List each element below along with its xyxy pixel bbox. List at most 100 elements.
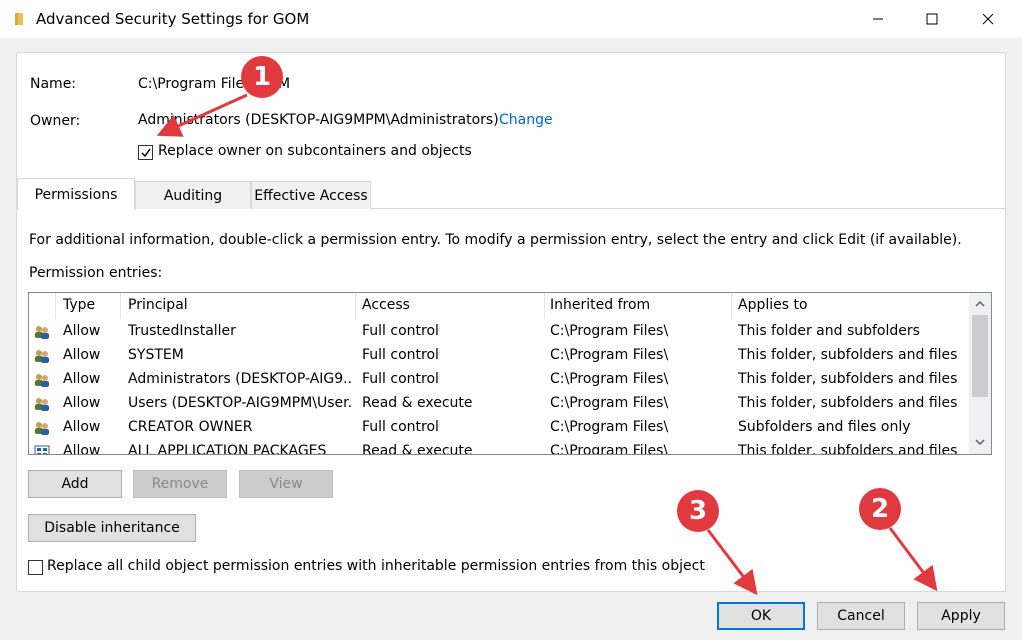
- users-icon: [35, 422, 49, 435]
- title-bar: Advanced Security Settings for GOM: [0, 0, 1022, 38]
- column-header-inherited-from[interactable]: Inherited from: [550, 297, 650, 313]
- replace-owner-checkbox[interactable]: [138, 145, 153, 160]
- folder-icon: [15, 13, 23, 25]
- replace-child-permissions-checkbox[interactable]: [28, 560, 43, 575]
- entry-access: Full control: [362, 347, 439, 363]
- entry-access: Read & execute: [362, 443, 473, 455]
- entry-principal: TrustedInstaller: [128, 323, 236, 339]
- tab-permissions[interactable]: Permissions: [17, 178, 135, 210]
- entry-access: Read & execute: [362, 395, 473, 411]
- entry-principal: Users (DESKTOP-AIG9MPM\User...: [128, 395, 352, 411]
- scroll-thumb[interactable]: [972, 315, 988, 397]
- column-header-access[interactable]: Access: [362, 297, 410, 313]
- owner-value: Administrators (DESKTOP-AIG9MPM\Administ…: [138, 112, 499, 128]
- entry-inherited-from: C:\Program Files\: [550, 347, 669, 363]
- table-row[interactable]: Allow TrustedInstaller Full control C:\P…: [29, 320, 969, 344]
- entry-applies-to: This folder and subfolders: [738, 323, 920, 339]
- column-separator: [731, 293, 732, 319]
- users-icon: [35, 350, 49, 363]
- owner-label: Owner:: [30, 113, 81, 129]
- permission-entries-label: Permission entries:: [29, 265, 163, 281]
- entry-type: Allow: [63, 347, 101, 363]
- users-icon: [35, 374, 49, 387]
- users-icon: [35, 398, 49, 411]
- entry-applies-to: This folder, subfolders and files: [738, 371, 958, 387]
- replace-owner-label: Replace owner on subcontainers and objec…: [158, 143, 472, 159]
- tab-label: Permissions: [34, 186, 118, 203]
- minimize-button[interactable]: [852, 0, 904, 38]
- table-row[interactable]: Allow Administrators (DESKTOP-AIG9... Fu…: [29, 368, 969, 392]
- ok-button[interactable]: OK: [717, 602, 805, 630]
- entry-inherited-from: C:\Program Files\: [550, 419, 669, 435]
- button-label: Apply: [941, 608, 981, 624]
- entry-access: Full control: [362, 419, 439, 435]
- list-header: Type Principal Access Inherited from App…: [29, 293, 969, 319]
- column-header-type[interactable]: Type: [63, 297, 95, 313]
- entry-applies-to: This folder, subfolders and files: [738, 395, 958, 411]
- entry-applies-to: Subfolders and files only: [738, 419, 911, 435]
- entry-inherited-from: C:\Program Files\: [550, 323, 669, 339]
- entry-type: Allow: [63, 323, 101, 339]
- column-separator: [55, 293, 56, 319]
- list-scrollbar[interactable]: [969, 293, 991, 454]
- button-label: Disable inheritance: [44, 520, 180, 536]
- entry-principal: Administrators (DESKTOP-AIG9...: [128, 371, 352, 387]
- tab-label: Auditing: [163, 187, 223, 204]
- entry-access: Full control: [362, 371, 439, 387]
- table-row[interactable]: Allow Users (DESKTOP-AIG9MPM\User... Rea…: [29, 392, 969, 416]
- button-label: Cancel: [837, 608, 885, 624]
- checkmark-icon: [141, 148, 151, 158]
- entry-inherited-from: C:\Program Files\: [550, 395, 669, 411]
- cancel-button[interactable]: Cancel: [817, 602, 905, 630]
- app-packages-icon: [34, 445, 50, 454]
- table-row[interactable]: Allow ALL APPLICATION PACKAGES Read & ex…: [29, 440, 969, 455]
- entry-applies-to: This folder, subfolders and files: [738, 443, 958, 455]
- button-label: Add: [61, 476, 89, 492]
- entry-access: Full control: [362, 323, 439, 339]
- entry-principal: CREATOR OWNER: [128, 419, 253, 435]
- remove-button[interactable]: Remove: [133, 470, 227, 498]
- annotation-badge-3: 3: [677, 490, 719, 532]
- column-header-applies-to[interactable]: Applies to: [738, 297, 808, 313]
- replace-child-permissions-label: Replace all child object permission entr…: [47, 558, 705, 574]
- entry-type: Allow: [63, 419, 101, 435]
- column-separator: [120, 293, 121, 319]
- entry-principal: ALL APPLICATION PACKAGES: [128, 443, 327, 455]
- button-label: OK: [750, 608, 772, 624]
- close-icon: [982, 13, 994, 25]
- entry-type: Allow: [63, 395, 101, 411]
- column-header-principal[interactable]: Principal: [128, 297, 188, 313]
- window-title: Advanced Security Settings for GOM: [36, 10, 310, 28]
- column-separator: [355, 293, 356, 319]
- maximize-button[interactable]: [906, 0, 958, 38]
- view-button[interactable]: View: [239, 470, 333, 498]
- permission-entries-list[interactable]: Type Principal Access Inherited from App…: [28, 292, 992, 455]
- tab-auditing[interactable]: Auditing: [135, 181, 251, 209]
- minimize-icon: [873, 18, 883, 20]
- entry-principal: SYSTEM: [128, 347, 184, 363]
- apply-button[interactable]: Apply: [917, 602, 1005, 630]
- name-label: Name:: [30, 76, 77, 92]
- table-row[interactable]: Allow SYSTEM Full control C:\Program Fil…: [29, 344, 969, 368]
- entry-inherited-from: C:\Program Files\: [550, 371, 669, 387]
- maximize-icon: [926, 13, 938, 25]
- disable-inheritance-button[interactable]: Disable inheritance: [28, 514, 196, 542]
- entry-applies-to: This folder, subfolders and files: [738, 347, 958, 363]
- tab-label: Effective Access: [254, 187, 368, 204]
- add-button[interactable]: Add: [28, 470, 122, 498]
- info-text: For additional information, double-click…: [29, 232, 962, 248]
- scroll-down-icon[interactable]: [974, 437, 986, 447]
- annotation-badge-2: 2: [859, 488, 901, 530]
- button-label: Remove: [151, 476, 209, 492]
- entry-type: Allow: [63, 371, 101, 387]
- scroll-up-icon[interactable]: [974, 299, 986, 309]
- table-row[interactable]: Allow CREATOR OWNER Full control C:\Prog…: [29, 416, 969, 440]
- entry-type: Allow: [63, 443, 101, 455]
- users-icon: [35, 326, 49, 339]
- tab-effective-access[interactable]: Effective Access: [251, 181, 371, 209]
- button-label: View: [269, 476, 303, 492]
- entry-inherited-from: C:\Program Files\: [550, 443, 669, 455]
- change-owner-link[interactable]: Change: [499, 112, 553, 128]
- annotation-badge-1: 1: [241, 56, 283, 98]
- close-button[interactable]: [962, 0, 1014, 38]
